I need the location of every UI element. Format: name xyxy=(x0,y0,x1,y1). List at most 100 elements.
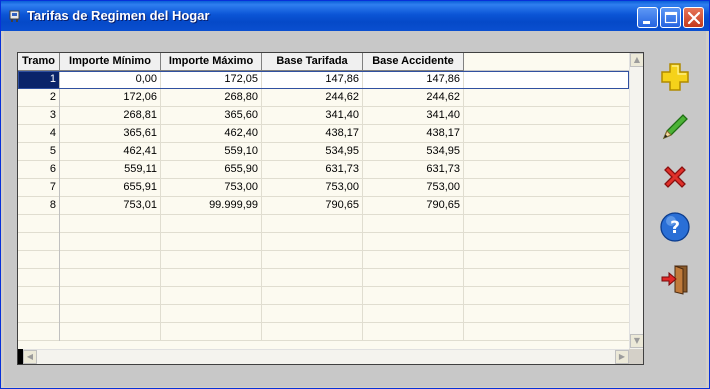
cell-tramo[interactable]: 7 xyxy=(18,179,60,197)
cell-importe-minimo[interactable]: 753,01 xyxy=(60,197,161,215)
cell-importe-minimo[interactable] xyxy=(60,287,161,305)
cell-base-accidente[interactable]: 147,86 xyxy=(363,71,464,89)
cell-importe-maximo[interactable] xyxy=(161,287,262,305)
title-bar[interactable]: Tarifas de Regimen del Hogar xyxy=(1,1,709,31)
cell-importe-maximo[interactable]: 462,40 xyxy=(161,125,262,143)
cell-tramo[interactable] xyxy=(18,323,60,341)
cell-base-accidente[interactable] xyxy=(363,269,464,287)
cell-importe-minimo[interactable]: 559,11 xyxy=(60,161,161,179)
cell-importe-minimo[interactable] xyxy=(60,269,161,287)
cell-base-accidente[interactable]: 790,65 xyxy=(363,197,464,215)
cell-base-tarifada[interactable]: 244,62 xyxy=(262,89,363,107)
cell-base-tarifada[interactable] xyxy=(262,305,363,323)
empty-row[interactable] xyxy=(18,215,629,233)
cell-base-accidente[interactable]: 438,17 xyxy=(363,125,464,143)
table-row[interactable]: 2 172,06 268,80 244,62 244,62 xyxy=(18,89,629,107)
cell-base-tarifada[interactable] xyxy=(262,251,363,269)
cell-base-tarifada[interactable] xyxy=(262,233,363,251)
cell-base-tarifada[interactable]: 341,40 xyxy=(262,107,363,125)
cell-tramo[interactable]: 5 xyxy=(18,143,60,161)
scroll-right-button[interactable]: ▶ xyxy=(615,350,629,364)
cell-importe-maximo[interactable]: 655,90 xyxy=(161,161,262,179)
cell-tramo[interactable] xyxy=(18,251,60,269)
cell-importe-maximo[interactable] xyxy=(161,305,262,323)
cell-importe-minimo[interactable] xyxy=(60,323,161,341)
table-row[interactable]: 8 753,01 99.999,99 790,65 790,65 xyxy=(18,197,629,215)
cell-base-tarifada[interactable]: 438,17 xyxy=(262,125,363,143)
cell-tramo[interactable] xyxy=(18,215,60,233)
cell-tramo[interactable] xyxy=(18,305,60,323)
column-header-importe-maximo[interactable]: Importe Máximo xyxy=(161,53,262,71)
cell-tramo[interactable] xyxy=(18,233,60,251)
vertical-scrollbar[interactable]: ▲ ▼ xyxy=(629,53,643,349)
horizontal-scrollbar[interactable]: ◀ ▶ xyxy=(23,349,629,364)
cell-base-accidente[interactable]: 534,95 xyxy=(363,143,464,161)
cell-importe-maximo[interactable]: 753,00 xyxy=(161,179,262,197)
cell-importe-maximo[interactable]: 365,60 xyxy=(161,107,262,125)
cell-importe-maximo[interactable] xyxy=(161,251,262,269)
tariff-grid[interactable]: Tramo Importe Mínimo Importe Máximo Base… xyxy=(17,52,644,365)
cell-importe-minimo[interactable]: 655,91 xyxy=(60,179,161,197)
empty-row[interactable] xyxy=(18,251,629,269)
cell-tramo[interactable]: 4 xyxy=(18,125,60,143)
cell-base-tarifada[interactable] xyxy=(262,215,363,233)
cell-importe-minimo[interactable] xyxy=(60,305,161,323)
column-header-importe-minimo[interactable]: Importe Mínimo xyxy=(60,53,161,71)
cell-importe-minimo[interactable] xyxy=(60,251,161,269)
cell-importe-maximo[interactable]: 99.999,99 xyxy=(161,197,262,215)
table-row[interactable]: 1 0,00 172,05 147,86 147,86 xyxy=(18,71,629,89)
table-row[interactable]: 7 655,91 753,00 753,00 753,00 xyxy=(18,179,629,197)
scroll-up-button[interactable]: ▲ xyxy=(630,53,643,67)
scroll-down-button[interactable]: ▼ xyxy=(630,334,643,348)
cell-importe-maximo[interactable]: 172,05 xyxy=(161,71,262,89)
cell-importe-minimo[interactable]: 172,06 xyxy=(60,89,161,107)
cell-base-tarifada[interactable] xyxy=(262,323,363,341)
cell-tramo[interactable] xyxy=(18,269,60,287)
cell-base-accidente[interactable] xyxy=(363,323,464,341)
cell-tramo[interactable]: 6 xyxy=(18,161,60,179)
cell-importe-minimo[interactable]: 0,00 xyxy=(60,71,161,89)
add-button[interactable] xyxy=(656,58,694,96)
close-button[interactable] xyxy=(683,7,704,28)
cell-importe-maximo[interactable]: 559,10 xyxy=(161,143,262,161)
cell-base-accidente[interactable]: 244,62 xyxy=(363,89,464,107)
empty-row[interactable] xyxy=(18,233,629,251)
exit-button[interactable] xyxy=(656,260,694,298)
minimize-button[interactable] xyxy=(637,7,658,28)
empty-row[interactable] xyxy=(18,287,629,305)
empty-row[interactable] xyxy=(18,269,629,287)
cell-base-accidente[interactable] xyxy=(363,287,464,305)
delete-button[interactable] xyxy=(656,158,694,196)
cell-base-tarifada[interactable]: 753,00 xyxy=(262,179,363,197)
column-header-base-accidente[interactable]: Base Accidente xyxy=(363,53,464,71)
empty-row[interactable] xyxy=(18,323,629,341)
cell-base-accidente[interactable]: 753,00 xyxy=(363,179,464,197)
table-row[interactable]: 5 462,41 559,10 534,95 534,95 xyxy=(18,143,629,161)
cell-base-tarifada[interactable]: 631,73 xyxy=(262,161,363,179)
cell-tramo[interactable]: 1 xyxy=(18,71,60,89)
column-header-base-tarifada[interactable]: Base Tarifada xyxy=(262,53,363,71)
empty-row[interactable] xyxy=(18,305,629,323)
cell-base-accidente[interactable] xyxy=(363,251,464,269)
cell-importe-minimo[interactable] xyxy=(60,215,161,233)
cell-base-accidente[interactable]: 341,40 xyxy=(363,107,464,125)
cell-base-accidente[interactable] xyxy=(363,215,464,233)
cell-importe-maximo[interactable] xyxy=(161,233,262,251)
cell-tramo[interactable] xyxy=(18,287,60,305)
cell-importe-maximo[interactable]: 268,80 xyxy=(161,89,262,107)
cell-base-tarifada[interactable] xyxy=(262,287,363,305)
cell-base-tarifada[interactable] xyxy=(262,269,363,287)
cell-base-tarifada[interactable]: 790,65 xyxy=(262,197,363,215)
table-row[interactable]: 4 365,61 462,40 438,17 438,17 xyxy=(18,125,629,143)
cell-base-accidente[interactable]: 631,73 xyxy=(363,161,464,179)
cell-base-accidente[interactable] xyxy=(363,305,464,323)
table-row[interactable]: 6 559,11 655,90 631,73 631,73 xyxy=(18,161,629,179)
cell-base-accidente[interactable] xyxy=(363,233,464,251)
maximize-button[interactable] xyxy=(660,7,681,28)
cell-base-tarifada[interactable]: 534,95 xyxy=(262,143,363,161)
cell-importe-minimo[interactable] xyxy=(60,233,161,251)
cell-tramo[interactable]: 2 xyxy=(18,89,60,107)
cell-importe-minimo[interactable]: 268,81 xyxy=(60,107,161,125)
cell-tramo[interactable]: 8 xyxy=(18,197,60,215)
cell-importe-maximo[interactable] xyxy=(161,323,262,341)
